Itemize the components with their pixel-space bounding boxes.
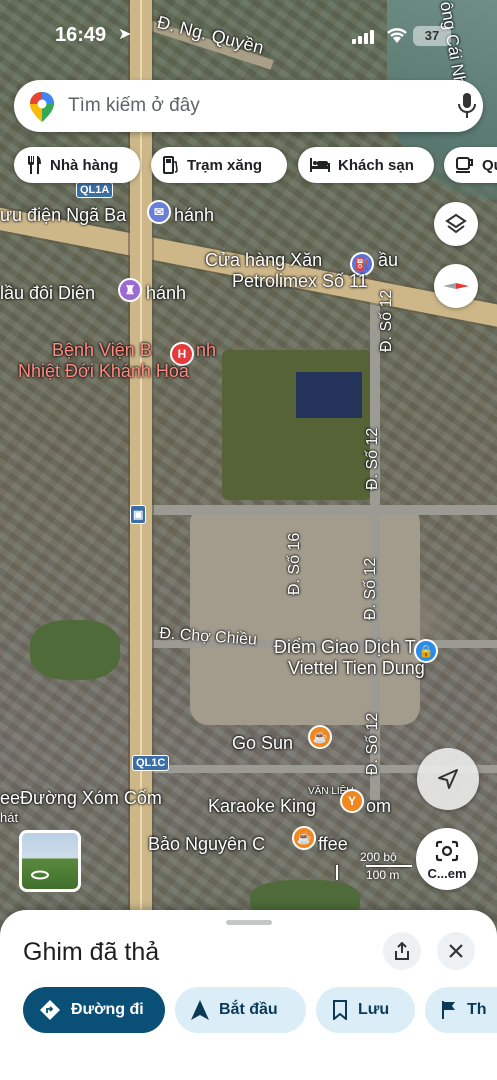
- green-patch: [30, 620, 120, 680]
- maps-screen: { "status_bar": { "time": "16:49", "batt…: [0, 0, 497, 1080]
- hotel-icon: [310, 158, 330, 172]
- cafe-icon: [456, 157, 473, 173]
- highway-ql1c: [130, 0, 152, 920]
- google-maps-pin-icon: [30, 92, 54, 127]
- save-button[interactable]: Lưu: [316, 987, 415, 1033]
- search-bar[interactable]: Tìm kiếm ở đây: [14, 80, 483, 132]
- cafe-poi-icon[interactable]: ☕: [292, 826, 316, 850]
- chip-restaurants[interactable]: Nhà hàng: [14, 147, 140, 183]
- gas-station-icon: [163, 156, 178, 174]
- post-office-icon[interactable]: ✉: [147, 200, 171, 224]
- cafe-poi-icon[interactable]: ☕: [308, 725, 332, 749]
- status-bar: 16:49 ➤ 37: [0, 18, 497, 54]
- share-button[interactable]: [383, 932, 421, 970]
- poi-label[interactable]: Go Sun: [232, 733, 293, 754]
- poi-label[interactable]: Bảo Nguyên C: [148, 834, 265, 855]
- flag-icon: [442, 1001, 455, 1019]
- chip-label: Trạm xăng: [187, 156, 263, 174]
- street-label: eeĐường Xóm Cốm: [0, 788, 162, 808]
- sheet-drag-handle[interactable]: [226, 920, 272, 925]
- close-icon: [449, 944, 463, 958]
- bookmark-icon: [333, 1000, 347, 1020]
- chip-cafes[interactable]: Qu: [444, 147, 497, 183]
- poi-label[interactable]: Petrolimex Số 11: [232, 271, 368, 292]
- start-label: Bắt đầu: [219, 1001, 278, 1018]
- hospital-label[interactable]: Bệnh Viện B: [52, 340, 152, 361]
- hospital-label[interactable]: nh: [196, 340, 216, 361]
- street: [150, 505, 497, 515]
- navigation-arrow-icon: [191, 1000, 209, 1020]
- poi-label[interactable]: om: [366, 796, 391, 817]
- clock: 16:49: [55, 24, 107, 46]
- poi-label[interactable]: lầu đôi Diên: [0, 283, 95, 304]
- poi-label[interactable]: Cửa hàng Xăn: [205, 250, 322, 271]
- street-label: Đ. Số 12: [378, 289, 395, 352]
- street-label: Đ. Số 12: [364, 712, 381, 775]
- share-icon: [395, 942, 409, 960]
- poi-label[interactable]: hánh: [146, 283, 186, 304]
- directions-label: Đường đi: [71, 1001, 144, 1018]
- poi-label[interactable]: Điểm Giao Dịch Tại: [274, 637, 430, 658]
- lens-camera-icon: [435, 840, 459, 862]
- highway-shield: QL1A: [76, 182, 114, 198]
- cellular-signal-icon: [352, 28, 378, 44]
- navigate-button[interactable]: [417, 748, 479, 810]
- directions-icon: [40, 1000, 60, 1020]
- bar-icon[interactable]: Y: [340, 789, 364, 813]
- label-label: Th: [467, 1001, 487, 1018]
- church-icon[interactable]: ♜: [118, 278, 142, 302]
- navigation-arrow-icon: [438, 769, 458, 789]
- layers-button[interactable]: [434, 202, 478, 246]
- chip-hotels[interactable]: Khách sạn: [298, 147, 434, 183]
- street-label: Đ. Số 16: [286, 532, 303, 595]
- poi-label[interactable]: Viettel Tien Dung: [288, 658, 425, 679]
- location-arrow-icon: ➤: [118, 26, 132, 43]
- battery-indicator: 37: [413, 26, 451, 46]
- poi-label: hát: [0, 810, 19, 825]
- dropped-pin-sheet[interactable]: Ghim đã thả Đường đi Bắt đầu Lưu Th: [0, 910, 497, 1080]
- rotate-360-icon: [30, 867, 50, 885]
- lens-button[interactable]: C...em: [416, 828, 478, 890]
- start-button[interactable]: Bắt đầu: [175, 987, 306, 1033]
- sheet-title: Ghim đã thả: [23, 938, 160, 966]
- search-input[interactable]: Tìm kiếm ở đây: [68, 95, 200, 117]
- poi-label[interactable]: Karaoke King: [208, 796, 316, 817]
- chip-label: Khách sạn: [338, 156, 414, 174]
- lens-label: C...em: [427, 866, 467, 881]
- highway-shield: QL1C: [132, 755, 170, 771]
- restaurant-icon: [28, 156, 41, 174]
- subdivision-area: [190, 505, 420, 725]
- save-label: Lưu: [358, 1001, 390, 1018]
- scale-bar: [336, 865, 338, 880]
- street-label: Đ. Số 12: [362, 557, 379, 620]
- street-view-thumbnail[interactable]: [19, 830, 81, 892]
- compass-icon: [443, 283, 469, 289]
- layers-icon: [445, 213, 467, 234]
- chip-gas-stations[interactable]: Trạm xăng: [151, 147, 287, 183]
- chip-label: Nhà hàng: [50, 156, 119, 174]
- solar-panels: [296, 372, 362, 418]
- hospital-label[interactable]: Nhiệt Đới Khánh Hòa: [18, 361, 189, 382]
- compass-button[interactable]: [434, 264, 478, 308]
- close-button[interactable]: [437, 932, 475, 970]
- poi-label[interactable]: hánh: [174, 205, 214, 226]
- label-button[interactable]: Th: [425, 987, 497, 1033]
- scale-meters: 100 m: [366, 868, 400, 882]
- poi-label[interactable]: ầu: [378, 250, 398, 271]
- poi-label[interactable]: ưu điện Ngã Ba: [0, 205, 126, 226]
- scale-feet: 200 bộ: [360, 850, 397, 864]
- directions-button[interactable]: Đường đi: [23, 987, 165, 1033]
- street-label: Đ. Số 12: [364, 427, 381, 490]
- scale-bar: [366, 865, 412, 867]
- chip-label: Qu: [482, 156, 497, 174]
- bus-stop-icon[interactable]: ▣: [130, 505, 147, 524]
- map-scale: 200 bộ 100 m: [336, 850, 412, 882]
- wifi-icon: [386, 26, 408, 49]
- microphone-icon[interactable]: [458, 93, 476, 124]
